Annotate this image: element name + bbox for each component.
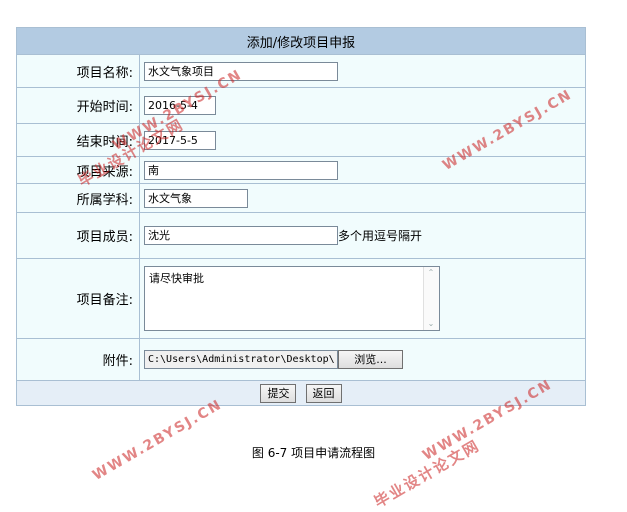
members-input[interactable]: 沈光	[144, 226, 338, 245]
end-date-input[interactable]: 2017-5-5	[144, 130, 216, 150]
browse-button[interactable]: 浏览...	[338, 350, 403, 369]
scroll-up-icon[interactable]: ⌃	[427, 269, 435, 277]
remark-textarea[interactable]: 请尽快审批 ⌃ ⌄	[144, 266, 440, 331]
project-source-input[interactable]: 南	[144, 160, 338, 180]
submit-button[interactable]: 提交	[260, 384, 297, 403]
textarea-scrollbar[interactable]: ⌃ ⌄	[423, 267, 439, 330]
members-label: 项目成员:	[16, 212, 140, 259]
attachment-path-input[interactable]: C:\Users\Administrator\Desktop\	[144, 350, 338, 369]
subject-input[interactable]: 水文气象	[144, 188, 248, 208]
start-date-input[interactable]: 2016-5-4	[144, 96, 216, 115]
start-label: 开始时间:	[16, 87, 140, 124]
form-actions: 提交 返回	[16, 380, 586, 406]
scroll-down-icon[interactable]: ⌄	[427, 320, 435, 328]
project-form: 添加/修改项目申报 项目名称: 水文气象项目 开始时间: 2016-5-4 结束…	[16, 27, 586, 406]
subject-label: 所属学科:	[16, 183, 140, 213]
project-name-input[interactable]: 水文气象项目	[144, 61, 338, 81]
members-hint: 多个用逗号隔开	[338, 229, 423, 243]
attachment-label: 附件:	[16, 338, 140, 381]
figure-caption: 图 6-7 项目申请流程图	[251, 446, 376, 460]
watermark-3: WWW.2BYSJ.CN	[90, 396, 226, 484]
name-label: 项目名称:	[16, 54, 140, 88]
remark-label: 项目备注:	[16, 258, 140, 339]
form-title: 添加/修改项目申报	[16, 27, 586, 55]
end-label: 结束时间:	[16, 123, 140, 157]
back-button[interactable]: 返回	[305, 384, 342, 403]
remark-text: 请尽快审批	[149, 272, 204, 285]
source-label: 项目来源:	[16, 156, 140, 184]
